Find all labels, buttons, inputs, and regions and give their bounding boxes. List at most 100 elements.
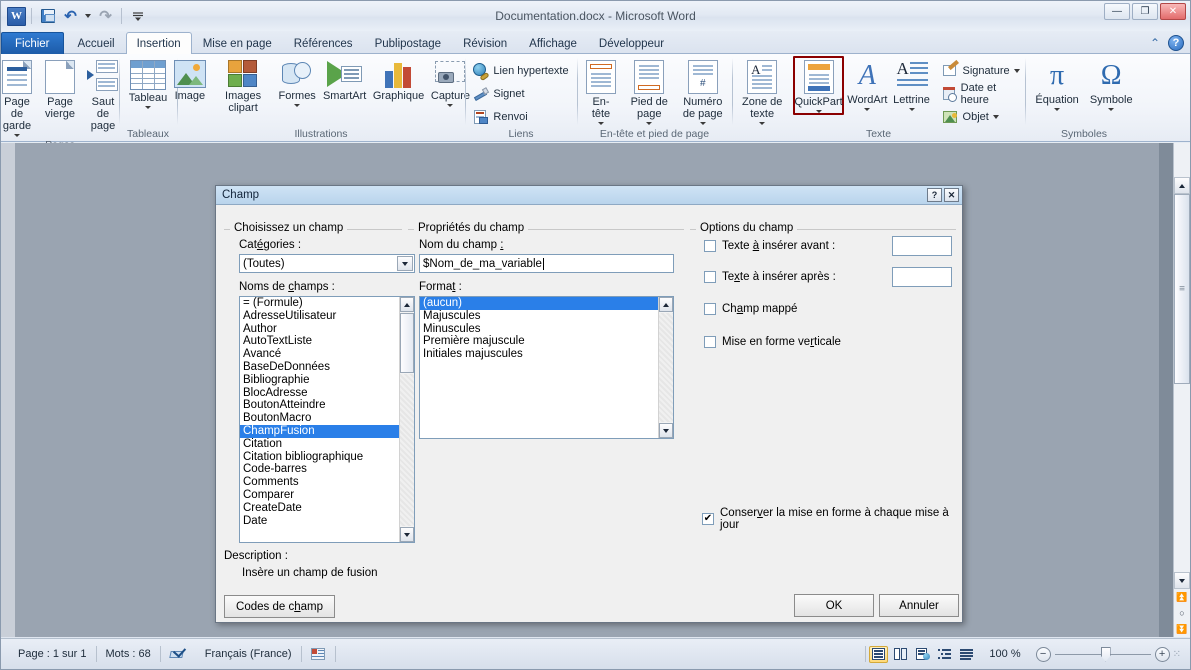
field-codes-button[interactable]: Codes de champ: [224, 595, 335, 618]
list-item[interactable]: AdresseUtilisateur: [240, 310, 399, 323]
view-web-layout-button[interactable]: [913, 646, 932, 663]
zoom-slider[interactable]: − +: [1035, 646, 1170, 662]
scrollbar-thumb[interactable]: [1174, 194, 1190, 384]
checkbox-box[interactable]: [702, 513, 714, 525]
undo-dropdown-button[interactable]: [83, 6, 93, 27]
list-item[interactable]: BaseDeDonnées: [240, 361, 399, 374]
list-item[interactable]: AutoTextListe: [240, 335, 399, 348]
ribbon-button-objet[interactable]: Objet: [938, 106, 1004, 127]
close-button[interactable]: ✕: [1160, 3, 1186, 20]
help-icon[interactable]: ?: [1168, 35, 1184, 51]
ribbon-button-equation[interactable]: π Équation: [1030, 56, 1083, 112]
ok-button[interactable]: OK: [794, 594, 874, 617]
save-button[interactable]: [37, 6, 58, 27]
tab-insertion[interactable]: Insertion: [125, 32, 192, 54]
previous-page-button[interactable]: ⏫: [1174, 589, 1190, 605]
select-browse-object-button[interactable]: ○: [1174, 605, 1190, 621]
vertical-scrollbar[interactable]: ⏫ ○ ⏬: [1173, 143, 1190, 637]
zoom-level-label[interactable]: 100 %: [979, 644, 1026, 664]
minimize-button[interactable]: —: [1104, 3, 1130, 20]
list-item[interactable]: Citation: [240, 438, 399, 451]
list-item[interactable]: BoutonMacro: [240, 412, 399, 425]
zoom-thumb[interactable]: [1100, 646, 1111, 662]
ribbon-button-page-vierge[interactable]: Page vierge: [39, 56, 81, 121]
texte-apres-input[interactable]: [892, 267, 952, 287]
ribbon-button-graphique[interactable]: Graphique: [370, 56, 426, 103]
zoom-out-button[interactable]: −: [1035, 646, 1051, 662]
minimize-ribbon-icon[interactable]: ⌃: [1150, 36, 1160, 50]
tab-mise-en-page[interactable]: Mise en page: [192, 32, 283, 54]
redo-button[interactable]: ↷: [95, 6, 116, 27]
ribbon-button-quickpart[interactable]: QuickPart: [792, 56, 845, 115]
list-item[interactable]: Author: [240, 323, 399, 336]
ribbon-button-wordart[interactable]: A WordArt: [845, 56, 889, 112]
ribbon-button-smartart[interactable]: SmartArt: [320, 56, 369, 103]
view-draft-button[interactable]: [957, 646, 976, 663]
tab-affichage[interactable]: Affichage: [518, 32, 588, 54]
list-item[interactable]: Citation bibliographique: [240, 451, 399, 464]
view-print-layout-button[interactable]: [869, 645, 889, 663]
list-item[interactable]: ChampFusion: [240, 424, 399, 438]
field-names-items[interactable]: = (Formule) AdresseUtilisateur Author AutoT…: [240, 297, 399, 542]
view-full-screen-reading-button[interactable]: [891, 646, 910, 663]
field-names-listbox[interactable]: = (Formule) AdresseUtilisateur Author AutoT…: [239, 296, 415, 543]
list-item[interactable]: Minuscules: [420, 323, 658, 336]
word-logo-icon[interactable]: W: [7, 6, 26, 26]
list-item[interactable]: (aucun): [420, 297, 658, 310]
checkbox-mise-en-forme-verticale[interactable]: Mise en forme verticale: [704, 336, 841, 348]
ribbon-button-saut-de-page[interactable]: Saut de page: [82, 56, 124, 133]
checkbox-box[interactable]: [704, 240, 716, 252]
resize-grip-icon[interactable]: ⁙: [1173, 649, 1181, 660]
next-page-button[interactable]: ⏬: [1174, 621, 1190, 637]
checkbox-conserver-mise-en-forme[interactable]: Conserver la mise en forme à chaque mise…: [702, 507, 962, 531]
checkbox-box[interactable]: [704, 303, 716, 315]
ribbon-button-lettrine[interactable]: A Lettrine: [891, 56, 933, 112]
ribbon-button-image[interactable]: Image: [169, 56, 211, 103]
list-item[interactable]: Avancé: [240, 348, 399, 361]
list-item[interactable]: Majuscules: [420, 310, 658, 323]
format-scroll-up[interactable]: [659, 297, 673, 312]
ribbon-button-symbole[interactable]: Ω Symbole: [1085, 56, 1138, 112]
ribbon-button-images-clipart[interactable]: Images clipart: [212, 56, 274, 115]
tab-developpeur[interactable]: Développeur: [588, 32, 675, 54]
list-item[interactable]: Première majuscule: [420, 335, 658, 348]
ribbon-button-formes[interactable]: Formes: [275, 56, 319, 108]
list-item[interactable]: Date: [240, 515, 399, 528]
ribbon-button-numero-de-page[interactable]: # Numéro de page: [677, 56, 730, 126]
undo-button[interactable]: ↶: [60, 6, 81, 27]
view-outline-button[interactable]: [935, 646, 954, 663]
status-page[interactable]: Page : 1 sur 1: [9, 644, 96, 664]
dialog-close-button[interactable]: ✕: [944, 188, 959, 202]
checkbox-texte-avant[interactable]: Texte à insérer avant :: [704, 240, 835, 252]
dialog-help-button[interactable]: ?: [927, 188, 942, 202]
tab-fichier[interactable]: Fichier: [1, 32, 64, 54]
checkbox-texte-apres[interactable]: Texte à insérer après :: [704, 271, 836, 283]
zoom-in-button[interactable]: +: [1154, 646, 1170, 662]
ribbon-button-tableau[interactable]: Tableau: [124, 56, 173, 110]
status-word-count[interactable]: Mots : 68: [97, 644, 160, 664]
ribbon-button-date-et-heure[interactable]: Date et heure: [938, 82, 1025, 106]
ribbon-button-page-de-garde[interactable]: Page de garde: [1, 56, 38, 138]
status-macro-button[interactable]: [302, 644, 335, 664]
ribbon-button-lien-hypertexte[interactable]: Lien hypertexte: [468, 60, 573, 81]
maximize-button[interactable]: ❐: [1132, 3, 1158, 20]
ribbon-button-renvoi[interactable]: Renvoi: [468, 106, 532, 127]
scroll-down-button[interactable]: [1174, 572, 1190, 589]
status-proofing-button[interactable]: [161, 644, 196, 664]
list-item[interactable]: BlocAdresse: [240, 387, 399, 400]
checkbox-champ-mappe[interactable]: Champ mappé: [704, 303, 797, 315]
list-item[interactable]: Code-barres: [240, 463, 399, 476]
checkbox-box[interactable]: [704, 336, 716, 348]
cancel-button[interactable]: Annuler: [879, 594, 959, 617]
ribbon-button-en-tete[interactable]: En-tête: [580, 56, 622, 126]
zoom-track[interactable]: [1054, 646, 1151, 662]
checkbox-box[interactable]: [704, 271, 716, 283]
categories-combobox[interactable]: (Toutes): [239, 254, 415, 273]
status-language[interactable]: Français (France): [196, 644, 301, 664]
list-item[interactable]: Bibliographie: [240, 374, 399, 387]
format-listbox[interactable]: (aucun) Majuscules Minuscules Première maju…: [419, 296, 674, 439]
list-item[interactable]: BoutonAtteindre: [240, 399, 399, 412]
format-scrollbar[interactable]: [658, 297, 673, 438]
list-item[interactable]: Comparer: [240, 489, 399, 502]
list-item[interactable]: CreateDate: [240, 502, 399, 515]
